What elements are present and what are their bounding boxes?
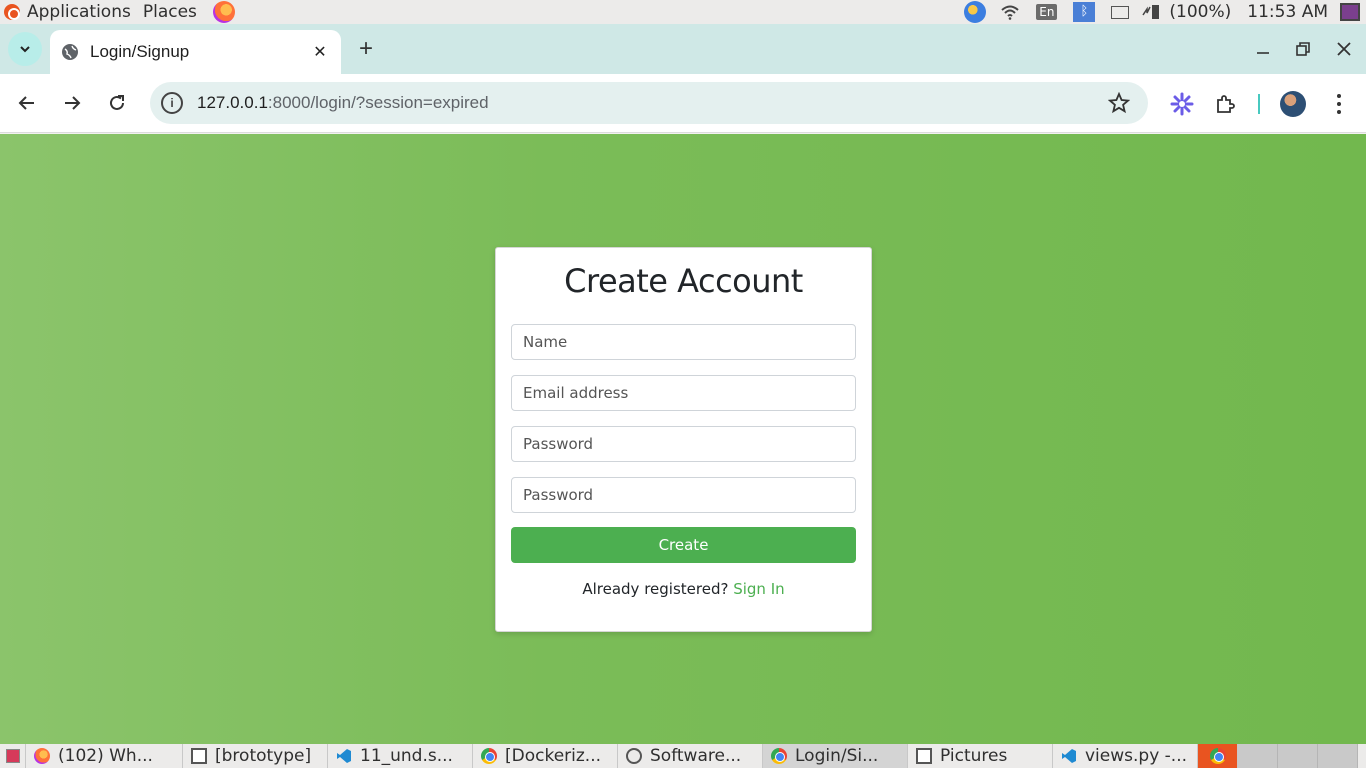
back-button[interactable] [15,91,39,115]
mail-icon[interactable] [1111,5,1130,19]
window-restore-button[interactable] [1292,38,1314,60]
page-background: Create Account Create Already registered… [0,134,1366,744]
new-tab-button[interactable]: + [353,35,379,62]
battery-icon[interactable] [1141,3,1161,21]
workspace-2[interactable] [1278,744,1318,768]
task-firefox-whatsapp[interactable]: (102) Wh... [26,744,183,768]
taskbar: (102) Wh... [brototype] 11_und.s... [Doc… [0,744,1366,768]
firefox-icon [34,748,50,764]
ubuntu-logo-icon[interactable] [4,4,20,20]
url-host: 127.0.0.1 [197,93,268,112]
task-software[interactable]: Software... [618,744,763,768]
show-desktop-button[interactable] [0,744,26,768]
site-info-icon[interactable]: i [161,92,183,114]
task-label: [Dockeriz... [505,746,602,766]
globe-favicon-icon [62,44,78,60]
task-label: Login/Si... [795,746,879,766]
chrome-icon [481,748,497,764]
workspace-3[interactable] [1318,744,1358,768]
task-label: views.py -... [1085,746,1188,766]
tab-close-icon[interactable]: ✕ [311,43,329,61]
sign-in-link[interactable]: Sign In [733,580,784,598]
restore-icon [1296,42,1310,56]
already-registered-text: Already registered? [582,580,729,598]
profile-avatar[interactable] [1280,91,1306,117]
user-menu-icon[interactable] [1340,3,1360,21]
tab-search-button[interactable] [8,32,42,66]
task-label: (102) Wh... [58,746,153,766]
browser-toolbar: i 127.0.0.1:8000/login/?session=expired [0,74,1366,133]
extensions-puzzle-icon[interactable] [1214,92,1238,116]
browser-tab-strip: Login/Signup ✕ + [0,24,1366,74]
task-label: [brototype] [215,746,312,766]
vscode-icon [337,749,351,763]
chevron-down-icon [20,46,30,53]
arrow-right-icon [65,96,81,110]
window-close-button[interactable] [1333,38,1355,60]
folder-icon [916,748,932,764]
page-title: Create Account [564,262,803,300]
battery-percent: (100%) [1169,2,1232,22]
places-menu[interactable]: Places [143,2,197,22]
globe-icon[interactable] [964,1,987,23]
password-field[interactable] [511,426,856,462]
minimize-icon [1257,52,1269,54]
task-terminal-brototype[interactable]: [brototype] [183,744,328,768]
keyboard-layout-indicator[interactable]: En [1036,4,1058,20]
task-label: Pictures [940,746,1008,766]
system-top-panel: Applications Places En ᛒ (100%) 11:53 AM [0,0,1366,24]
task-vscode-und[interactable]: 11_und.s... [328,744,473,768]
reload-button[interactable] [105,91,129,115]
toolbar-divider [1258,94,1260,114]
reload-icon [110,95,124,110]
address-bar[interactable]: i 127.0.0.1:8000/login/?session=expired [150,82,1148,124]
firefox-launcher-icon[interactable] [212,1,235,23]
chrome-icon [771,748,787,764]
task-chrome-login[interactable]: Login/Si... [763,744,908,768]
software-icon [626,748,642,764]
task-vscode-views[interactable]: views.py -... [1053,744,1198,768]
sign-in-prompt: Already registered? Sign In [496,580,871,598]
arrow-left-icon [18,96,34,110]
create-account-button[interactable]: Create [511,527,856,563]
wifi-icon[interactable] [1000,4,1020,20]
applications-menu[interactable]: Applications [27,2,131,22]
browser-menu-button[interactable] [1328,92,1350,116]
task-label: Software... [650,746,742,766]
task-chrome-dockerize[interactable]: [Dockeriz... [473,744,618,768]
signup-card: Create Account Create Already registered… [495,247,872,632]
task-pictures[interactable]: Pictures [908,744,1053,768]
task-chrome-window[interactable] [1198,744,1238,768]
close-icon [1337,42,1351,56]
vscode-icon [1062,749,1076,763]
workspace-1[interactable] [1238,744,1278,768]
extension-snowflake-icon[interactable] [1170,92,1194,116]
url-text[interactable]: 127.0.0.1:8000/login/?session=expired [197,93,489,113]
terminal-icon [191,748,207,764]
email-field[interactable] [511,375,856,411]
tab-title: Login/Signup [90,42,190,61]
task-label: 11_und.s... [360,746,453,766]
name-field[interactable] [511,324,856,360]
show-desktop-icon [5,749,20,763]
url-path: :8000/login/?session=expired [267,93,489,112]
bookmark-star-icon[interactable] [1108,92,1130,114]
confirm-password-field[interactable] [511,477,856,513]
window-minimize-button[interactable] [1252,38,1274,60]
clock[interactable]: 11:53 AM [1247,2,1328,22]
tab-login-signup[interactable]: Login/Signup ✕ [50,30,341,74]
chrome-icon [1209,748,1226,764]
bluetooth-icon[interactable]: ᛒ [1073,2,1096,22]
forward-button[interactable] [60,91,84,115]
